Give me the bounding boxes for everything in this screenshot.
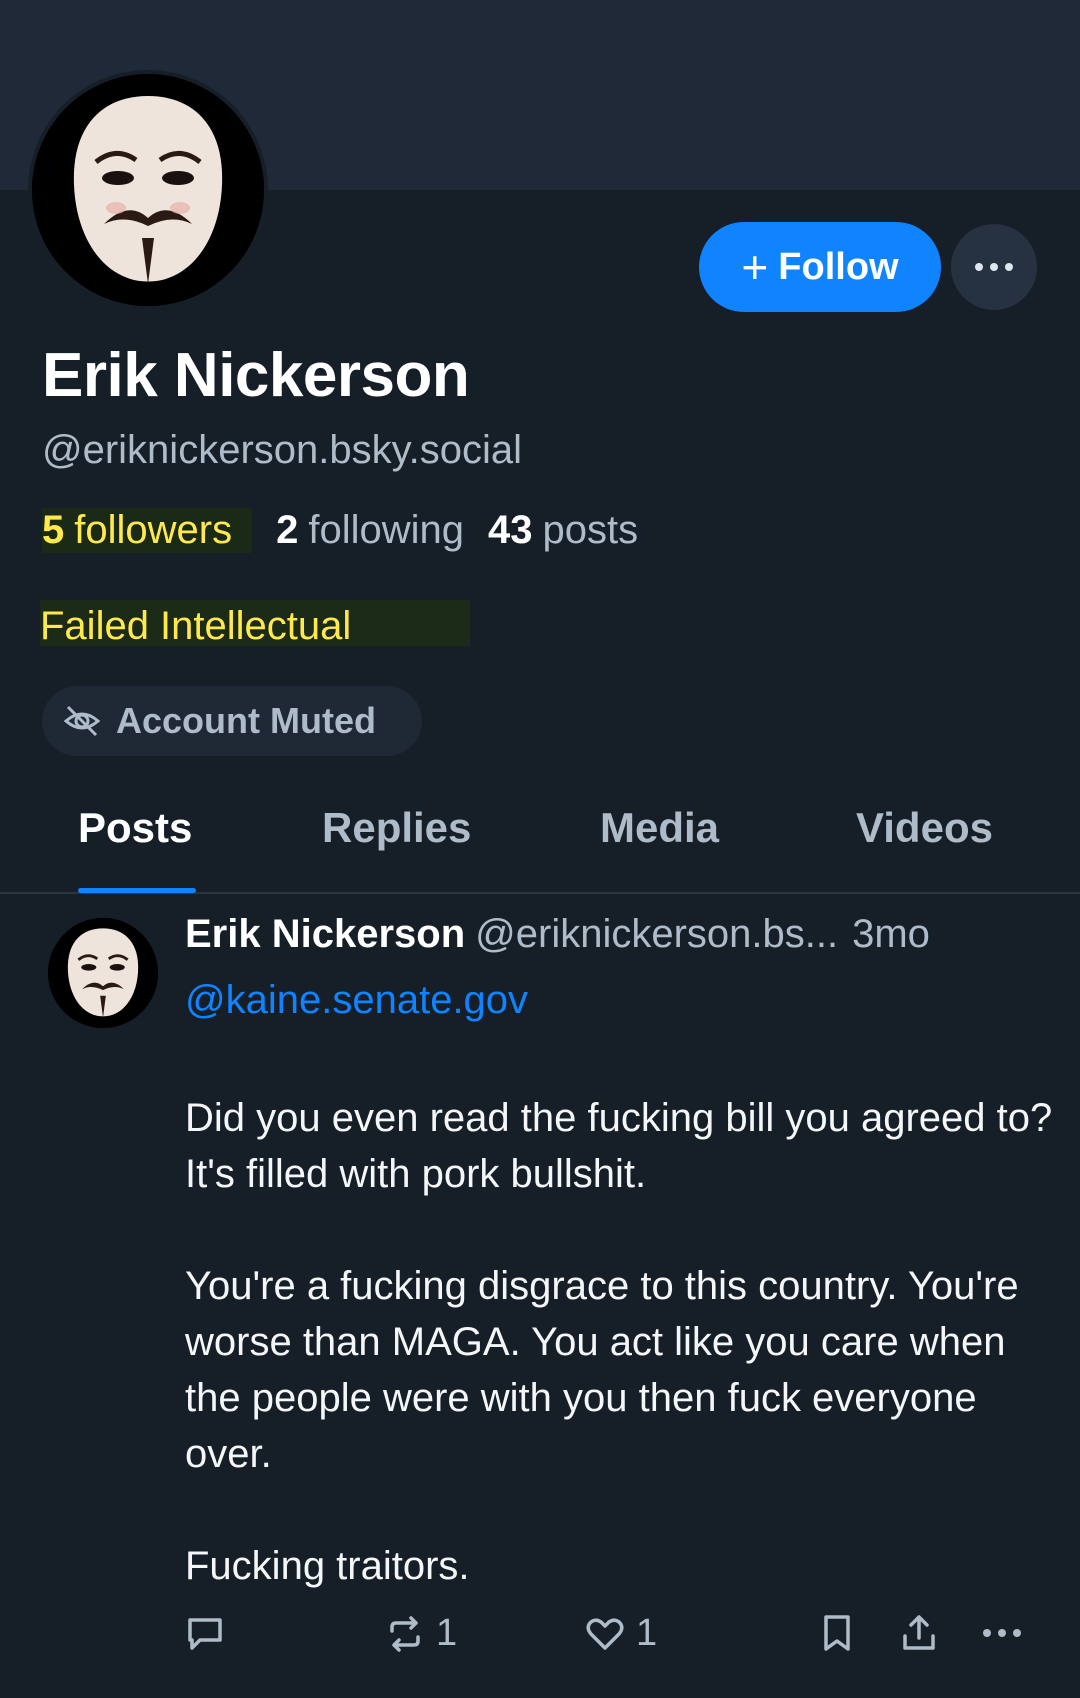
post-author-name[interactable]: Erik Nickerson (185, 912, 465, 956)
profile-stats: 5 followers 2 following 43 posts (42, 508, 662, 553)
ellipsis-icon (975, 263, 1013, 271)
share-button[interactable] (898, 1612, 940, 1654)
like-button[interactable]: 1 (584, 1612, 657, 1655)
post-author-handle[interactable]: @eriknickerson.bs... (475, 912, 838, 956)
tab-posts[interactable]: Posts (78, 804, 192, 852)
profile-more-button[interactable] (951, 224, 1037, 310)
tab-media[interactable]: Media (600, 804, 719, 852)
following-label: following (308, 508, 464, 552)
post-paragraph: You're a fucking disgrace to this countr… (185, 1264, 1019, 1476)
guy-fawkes-mask-avatar (48, 918, 158, 1028)
post-actions: 1 1 (0, 1612, 1080, 1668)
post-author-avatar[interactable] (48, 918, 158, 1028)
tab-videos[interactable]: Videos (856, 804, 993, 852)
posts-label: posts (542, 508, 639, 552)
repost-icon (390, 1615, 420, 1652)
ellipsis-icon (983, 1629, 1021, 1637)
follow-button[interactable]: + Follow (699, 222, 941, 312)
profile-avatar[interactable] (28, 70, 268, 310)
following-count: 2 (276, 508, 299, 552)
posts-count: 43 (488, 508, 533, 552)
profile-display-name: Erik Nickerson (42, 341, 470, 410)
posts-stat: 43 posts (488, 508, 638, 553)
post-paragraph: Did you even read the fucking bill you a… (185, 1096, 1053, 1196)
followers-link[interactable]: 5 followers (42, 508, 253, 553)
reply-icon (188, 1618, 222, 1650)
bookmark-icon (824, 1615, 850, 1651)
like-count: 1 (636, 1612, 658, 1654)
post-more-button[interactable] (980, 1612, 1024, 1654)
guy-fawkes-mask-avatar (32, 74, 264, 306)
follow-label: Follow (778, 245, 899, 288)
post-paragraph: Fucking traitors. (185, 1544, 470, 1588)
reply-button[interactable] (184, 1612, 226, 1654)
following-link[interactable]: 2 following (276, 508, 464, 553)
tab-replies[interactable]: Replies (322, 804, 471, 852)
profile-handle: @eriknickerson.bsky.social (42, 428, 523, 472)
eye-slash-icon (63, 705, 101, 737)
repost-count: 1 (436, 1612, 458, 1654)
heart-icon (586, 1618, 624, 1650)
profile-bio: Failed Intellectual (40, 600, 470, 648)
repost-button[interactable]: 1 (384, 1612, 457, 1655)
share-icon (903, 1615, 935, 1650)
post-header: Erik Nickerson @eriknickerson.bs... 3mo (185, 912, 930, 957)
account-muted-label: Account Muted (116, 700, 376, 741)
post-timestamp[interactable]: 3mo (852, 912, 930, 956)
active-tab-indicator (78, 888, 196, 893)
plus-icon: + (741, 241, 769, 293)
profile-tabs: Posts Replies Media Videos (0, 796, 1080, 894)
bookmark-button[interactable] (816, 1612, 858, 1654)
bio-text: Failed Intellectual (40, 604, 352, 648)
followers-label: followers (74, 508, 233, 552)
followers-count: 5 (42, 508, 65, 552)
post-mention-link[interactable]: @kaine.senate.gov (185, 978, 528, 1023)
post-body: Did you even read the fucking bill you a… (185, 1090, 1065, 1650)
account-muted-badge[interactable]: Account Muted (42, 686, 422, 756)
